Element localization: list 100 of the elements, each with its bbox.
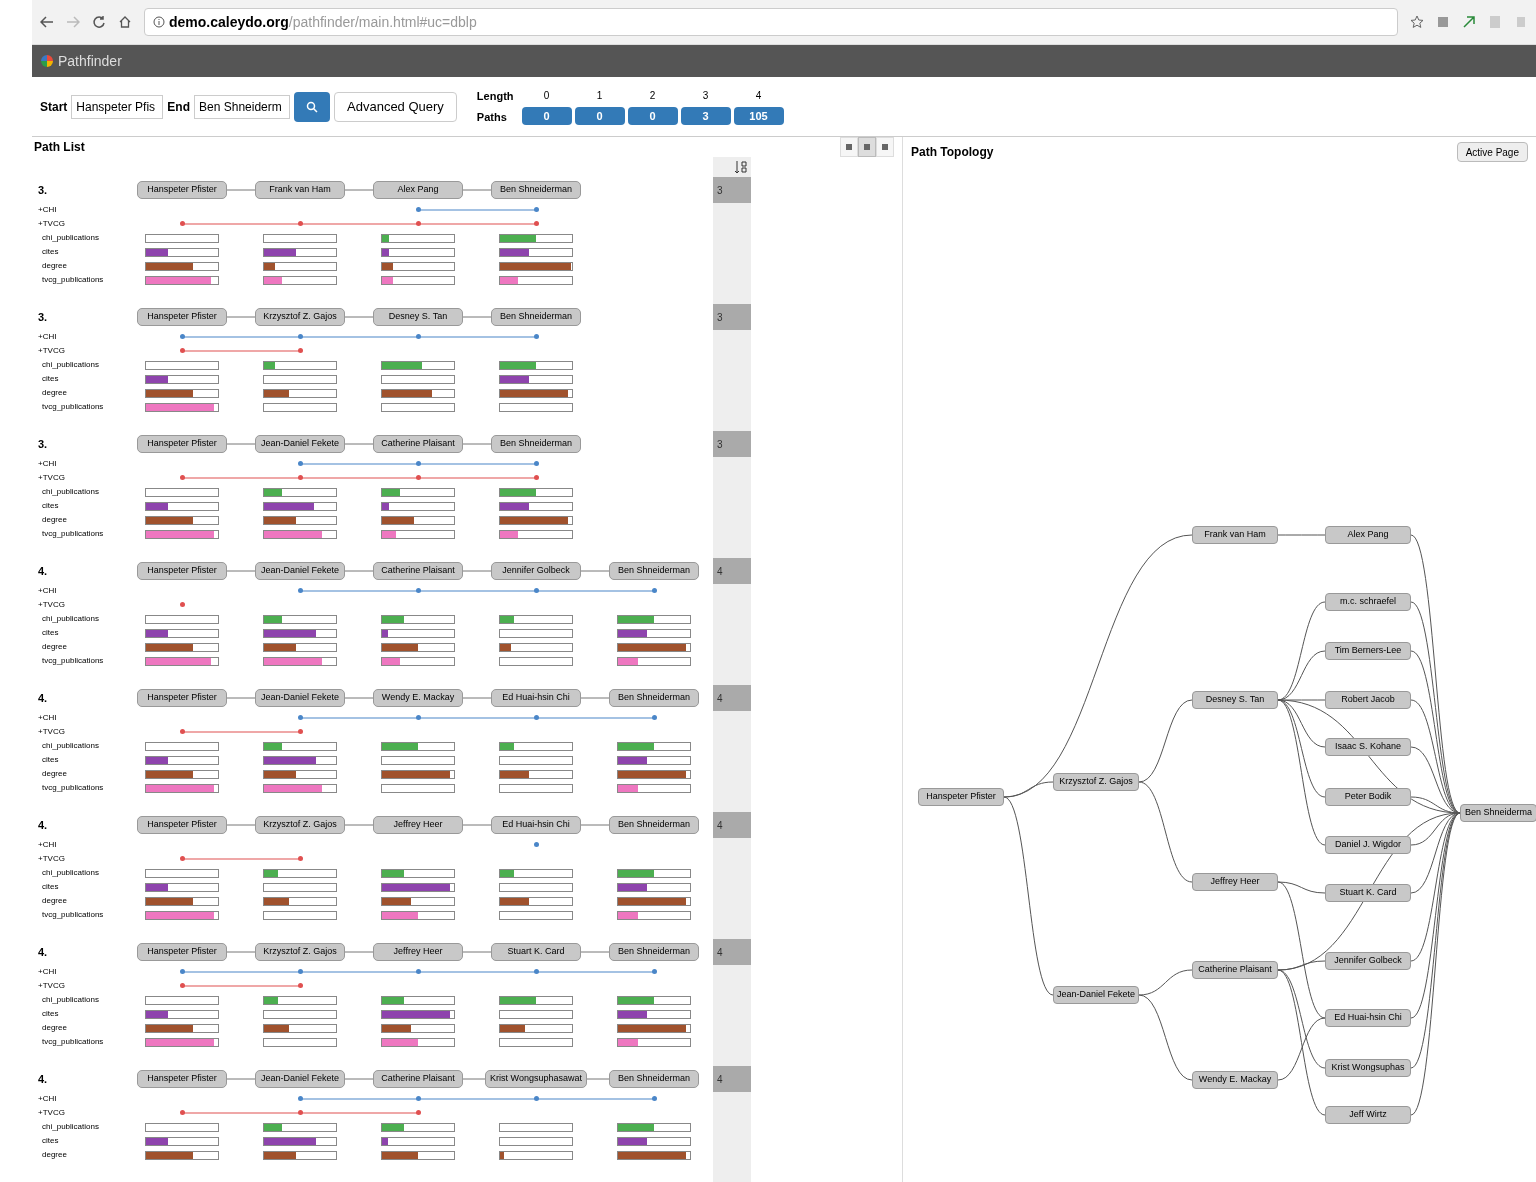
path-count-button[interactable]: 0 xyxy=(627,107,678,125)
path-node[interactable]: Catherine Plaisant xyxy=(373,562,463,580)
reload-icon[interactable] xyxy=(92,15,106,29)
attribute-label: degree xyxy=(41,514,68,526)
graph-node[interactable]: Tim Berners-Lee xyxy=(1325,642,1411,660)
graph-node[interactable]: Jennifer Golbeck xyxy=(1325,952,1411,970)
path-node[interactable]: Alex Pang xyxy=(373,181,463,199)
graph-node[interactable]: Jeff Wirtz xyxy=(1325,1106,1411,1124)
attribute-label: tvcg_publications xyxy=(41,528,105,540)
path-node[interactable]: Krist Wongsuphasawat xyxy=(485,1070,587,1088)
graph-node[interactable]: Wendy E. Mackay xyxy=(1192,1071,1278,1089)
path-node[interactable]: Desney S. Tan xyxy=(373,308,463,326)
path-node[interactable]: Ben Shneiderman xyxy=(609,816,699,834)
graph-node[interactable]: Frank van Ham xyxy=(1192,526,1278,544)
path-node[interactable]: Ben Shneiderman xyxy=(609,689,699,707)
path-count-button[interactable]: 0 xyxy=(574,107,625,125)
graph-node[interactable]: Jeffrey Heer xyxy=(1192,873,1278,891)
path-node[interactable]: Hanspeter Pfister xyxy=(137,943,227,961)
search-button[interactable] xyxy=(294,91,330,122)
set-label[interactable]: +TVCG xyxy=(38,345,123,357)
path-node[interactable]: Ben Shneiderman xyxy=(491,181,581,199)
view-mode-button[interactable] xyxy=(858,137,876,157)
graph-node[interactable]: Catherine Plaisant xyxy=(1192,961,1278,979)
view-mode-button[interactable] xyxy=(876,137,894,157)
set-label[interactable]: +CHI xyxy=(38,458,123,470)
path-node[interactable]: Jean-Daniel Fekete xyxy=(255,1070,345,1088)
graph-node[interactable]: Stuart K. Card xyxy=(1325,884,1411,902)
set-label[interactable]: +TVCG xyxy=(38,1107,123,1119)
set-label[interactable]: +TVCG xyxy=(38,218,123,230)
end-input[interactable]: Ben Shneiderm xyxy=(194,94,290,119)
start-input[interactable]: Hanspeter Pfis xyxy=(71,94,164,119)
path-node[interactable]: Ben Shneiderman xyxy=(491,435,581,453)
attribute-label: cites xyxy=(41,1008,60,1020)
path-node[interactable]: Hanspeter Pfister xyxy=(137,689,227,707)
graph-node[interactable]: Desney S. Tan xyxy=(1192,691,1278,709)
attribute-label: chi_publications xyxy=(41,994,100,1006)
path-node[interactable]: Hanspeter Pfister xyxy=(137,562,227,580)
set-label[interactable]: +TVCG xyxy=(38,599,123,611)
path-count-button[interactable]: 105 xyxy=(733,107,784,125)
star-icon[interactable] xyxy=(1410,15,1424,29)
path-count-button[interactable]: 3 xyxy=(680,107,731,125)
path-node[interactable]: Jeffrey Heer xyxy=(373,943,463,961)
sort-icon[interactable] xyxy=(733,160,747,174)
set-label[interactable]: +CHI xyxy=(38,1093,123,1105)
advanced-query-button[interactable]: Advanced Query xyxy=(334,91,457,122)
back-icon[interactable] xyxy=(40,16,54,28)
set-label[interactable]: +CHI xyxy=(38,331,123,343)
home-icon[interactable] xyxy=(118,15,132,29)
logo-icon xyxy=(40,54,54,68)
graph-node[interactable]: Jean-Daniel Fekete xyxy=(1053,986,1139,1004)
set-label[interactable]: +CHI xyxy=(38,712,123,724)
graph-node[interactable]: Daniel J. Wigdor xyxy=(1325,836,1411,854)
attribute-label: chi_publications xyxy=(41,1121,100,1133)
path-node[interactable]: Ben Shneiderman xyxy=(609,1070,699,1088)
graph-node[interactable]: m.c. schraefel xyxy=(1325,593,1411,611)
path-node[interactable]: Ben Shneiderman xyxy=(609,562,699,580)
path-node[interactable]: Hanspeter Pfister xyxy=(137,435,227,453)
path-node[interactable]: Krzysztof Z. Gajos xyxy=(255,943,345,961)
set-label[interactable]: +CHI xyxy=(38,585,123,597)
path-node[interactable]: Hanspeter Pfister xyxy=(137,816,227,834)
path-node[interactable]: Ben Shneiderman xyxy=(609,943,699,961)
path-node[interactable]: Hanspeter Pfister xyxy=(137,308,227,326)
path-node[interactable]: Frank van Ham xyxy=(255,181,345,199)
graph-node[interactable]: Robert Jacob xyxy=(1325,691,1411,709)
path-length-bar: 3 xyxy=(713,304,751,330)
path-node[interactable]: Hanspeter Pfister xyxy=(137,181,227,199)
path-node[interactable]: Ed Huai-hsin Chi xyxy=(491,689,581,707)
set-label[interactable]: +TVCG xyxy=(38,472,123,484)
path-node[interactable]: Jean-Daniel Fekete xyxy=(255,689,345,707)
graph-node[interactable]: Isaac S. Kohane xyxy=(1325,738,1411,756)
active-page-button[interactable]: Active Page xyxy=(1456,142,1528,162)
path-node[interactable]: Ed Huai-hsin Chi xyxy=(491,816,581,834)
set-label[interactable]: +TVCG xyxy=(38,980,123,992)
set-label[interactable]: +CHI xyxy=(38,966,123,978)
graph-node[interactable]: Peter Bodik xyxy=(1325,788,1411,806)
path-node[interactable]: Jeffrey Heer xyxy=(373,816,463,834)
path-node[interactable]: Wendy E. Mackay xyxy=(373,689,463,707)
graph-node[interactable]: Ed Huai-hsin Chi xyxy=(1325,1009,1411,1027)
set-label[interactable]: +CHI xyxy=(38,839,123,851)
path-node[interactable]: Ben Shneiderman xyxy=(491,308,581,326)
path-node[interactable]: Jean-Daniel Fekete xyxy=(255,435,345,453)
path-node[interactable]: Hanspeter Pfister xyxy=(137,1070,227,1088)
path-node[interactable]: Jean-Daniel Fekete xyxy=(255,562,345,580)
set-label[interactable]: +TVCG xyxy=(38,853,123,865)
graph-node[interactable]: Alex Pang xyxy=(1325,526,1411,544)
path-node[interactable]: Krzysztof Z. Gajos xyxy=(255,816,345,834)
set-label[interactable]: +CHI xyxy=(38,204,123,216)
path-node[interactable]: Jennifer Golbeck xyxy=(491,562,581,580)
graph-node[interactable]: Hanspeter Pfister xyxy=(918,788,1004,806)
graph-node[interactable]: Ben Shneiderma xyxy=(1460,804,1536,822)
path-node[interactable]: Catherine Plaisant xyxy=(373,1070,463,1088)
view-mode-button[interactable] xyxy=(840,137,858,157)
path-count-button[interactable]: 0 xyxy=(521,107,572,125)
set-label[interactable]: +TVCG xyxy=(38,726,123,738)
graph-node[interactable]: Krist Wongsuphas xyxy=(1325,1059,1411,1077)
path-node[interactable]: Krzysztof Z. Gajos xyxy=(255,308,345,326)
graph-node[interactable]: Krzysztof Z. Gajos xyxy=(1053,773,1139,791)
path-node[interactable]: Catherine Plaisant xyxy=(373,435,463,453)
path-node[interactable]: Stuart K. Card xyxy=(491,943,581,961)
address-bar[interactable]: demo.caleydo.org/pathfinder/main.html#uc=dblp xyxy=(144,8,1398,36)
